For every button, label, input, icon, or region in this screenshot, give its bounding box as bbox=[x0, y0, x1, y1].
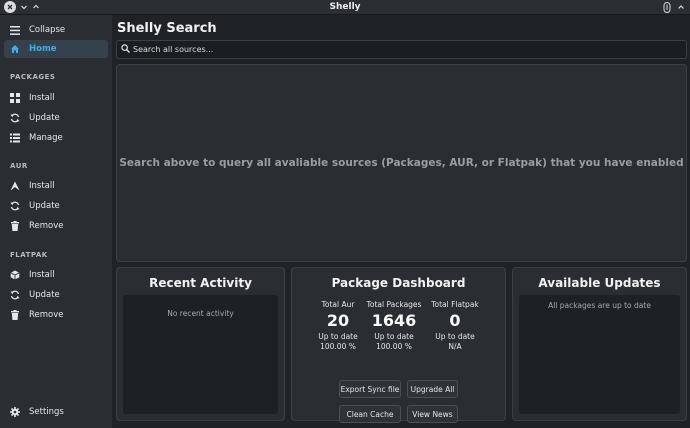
home-icon bbox=[10, 44, 20, 54]
section-header-aur: AUR bbox=[10, 162, 28, 170]
sidebar-item-packages-manage[interactable]: Manage bbox=[4, 129, 108, 147]
sidebar-item-label: Install bbox=[29, 181, 55, 191]
sidebar-item-aur-update[interactable]: Update bbox=[4, 197, 108, 215]
sidebar-item-packages-update[interactable]: Update bbox=[4, 109, 108, 127]
card-title: Package Dashboard bbox=[331, 276, 466, 290]
section-header-packages: PACKAGES bbox=[10, 73, 56, 81]
available-updates-card: Available Updates All packages are up to… bbox=[512, 267, 687, 421]
empty-state-text: No recent activity bbox=[167, 309, 234, 318]
sidebar-item-label: Manage bbox=[29, 133, 63, 143]
stat-total-aur: Total Aur 20 Up to date 100.00 % bbox=[306, 300, 370, 351]
stat-value: 1646 bbox=[371, 311, 417, 330]
clean-cache-button[interactable]: Clean Cache bbox=[339, 405, 401, 423]
grid-icon bbox=[10, 93, 20, 103]
sidebar-item-packages-install[interactable]: Install bbox=[4, 89, 108, 107]
refresh-icon bbox=[10, 201, 20, 211]
results-placeholder-text: Search above to query all avaliable sour… bbox=[119, 157, 684, 169]
sidebar-item-aur-remove[interactable]: Remove bbox=[4, 217, 108, 235]
sidebar-item-flatpak-remove[interactable]: Remove bbox=[4, 306, 108, 324]
recent-activity-card: Recent Activity No recent activity bbox=[116, 267, 285, 421]
sidebar-item-label: Home bbox=[29, 44, 57, 54]
search-bar[interactable] bbox=[116, 40, 687, 59]
sidebar-item-home[interactable]: Home bbox=[4, 40, 108, 58]
sidebar-item-label: Update bbox=[29, 290, 60, 300]
stat-percent: N/A bbox=[448, 342, 462, 351]
stat-label: Total Flatpak bbox=[431, 300, 479, 309]
app-menu-icon[interactable] bbox=[662, 1, 672, 13]
sidebar-item-label: Update bbox=[29, 113, 60, 123]
trash-icon bbox=[10, 310, 20, 320]
card-title: Available Updates bbox=[538, 276, 661, 290]
window-titlebar: Shelly bbox=[0, 0, 690, 15]
sidebar-item-label: Settings bbox=[29, 407, 64, 417]
sidebar-item-aur-install[interactable]: Install bbox=[4, 177, 108, 195]
refresh-icon bbox=[10, 290, 20, 300]
stat-total-packages: Total Packages 1646 Up to date 100.00 % bbox=[362, 300, 426, 351]
stat-percent: 100.00 % bbox=[376, 342, 412, 351]
sidebar-item-flatpak-update[interactable]: Update bbox=[4, 286, 108, 304]
stat-status: Up to date bbox=[435, 332, 475, 341]
stat-percent: 100.00 % bbox=[320, 342, 356, 351]
card-title: Recent Activity bbox=[149, 276, 252, 290]
search-results-panel: Search above to query all avaliable sour… bbox=[116, 64, 687, 262]
stat-value: 0 bbox=[449, 311, 461, 330]
stat-label: Total Packages bbox=[366, 300, 422, 309]
sidebar-item-settings[interactable]: Settings bbox=[4, 403, 108, 421]
search-input[interactable] bbox=[133, 45, 673, 54]
package-dashboard-card: Package Dashboard Total Aur 20 Up to dat… bbox=[291, 267, 506, 423]
flatpak-icon bbox=[10, 270, 20, 280]
sidebar-item-label: Update bbox=[29, 201, 60, 211]
search-icon bbox=[121, 43, 130, 56]
view-news-button[interactable]: View News bbox=[407, 405, 458, 423]
refresh-icon bbox=[10, 113, 20, 123]
sidebar-item-label: Remove bbox=[29, 221, 64, 231]
recent-activity-list: No recent activity bbox=[123, 295, 278, 414]
page-title: Shelly Search bbox=[117, 21, 217, 36]
hamburger-icon bbox=[10, 25, 20, 35]
stat-status: Up to date bbox=[318, 332, 358, 341]
sidebar: Collapse Home PACKAGES Install Update Ma… bbox=[0, 15, 112, 428]
export-sync-button[interactable]: Export Sync file bbox=[339, 380, 401, 398]
stat-label: Total Aur bbox=[321, 300, 355, 309]
sidebar-collapse[interactable]: Collapse bbox=[4, 21, 108, 39]
stat-total-flatpak: Total Flatpak 0 Up to date N/A bbox=[423, 300, 487, 351]
gear-icon bbox=[10, 407, 20, 417]
upgrade-all-button[interactable]: Upgrade All bbox=[407, 380, 458, 398]
section-header-flatpak: FLATPAK bbox=[10, 251, 48, 259]
updates-status-text: All packages are up to date bbox=[548, 301, 651, 310]
sidebar-item-flatpak-install[interactable]: Install bbox=[4, 266, 108, 284]
trash-icon bbox=[10, 221, 20, 231]
sidebar-item-label: Collapse bbox=[29, 25, 66, 35]
arch-logo-icon bbox=[10, 181, 20, 191]
sidebar-item-label: Remove bbox=[29, 310, 64, 320]
keep-above-icon[interactable] bbox=[676, 1, 686, 13]
stat-value: 20 bbox=[326, 311, 350, 330]
sidebar-item-label: Install bbox=[29, 93, 55, 103]
window-title: Shelly bbox=[329, 2, 361, 12]
stat-status: Up to date bbox=[374, 332, 414, 341]
sidebar-item-label: Install bbox=[29, 270, 55, 280]
updates-list: All packages are up to date bbox=[519, 295, 680, 414]
list-icon bbox=[10, 133, 20, 143]
main-content: Shelly Search Search above to query all … bbox=[112, 15, 690, 428]
